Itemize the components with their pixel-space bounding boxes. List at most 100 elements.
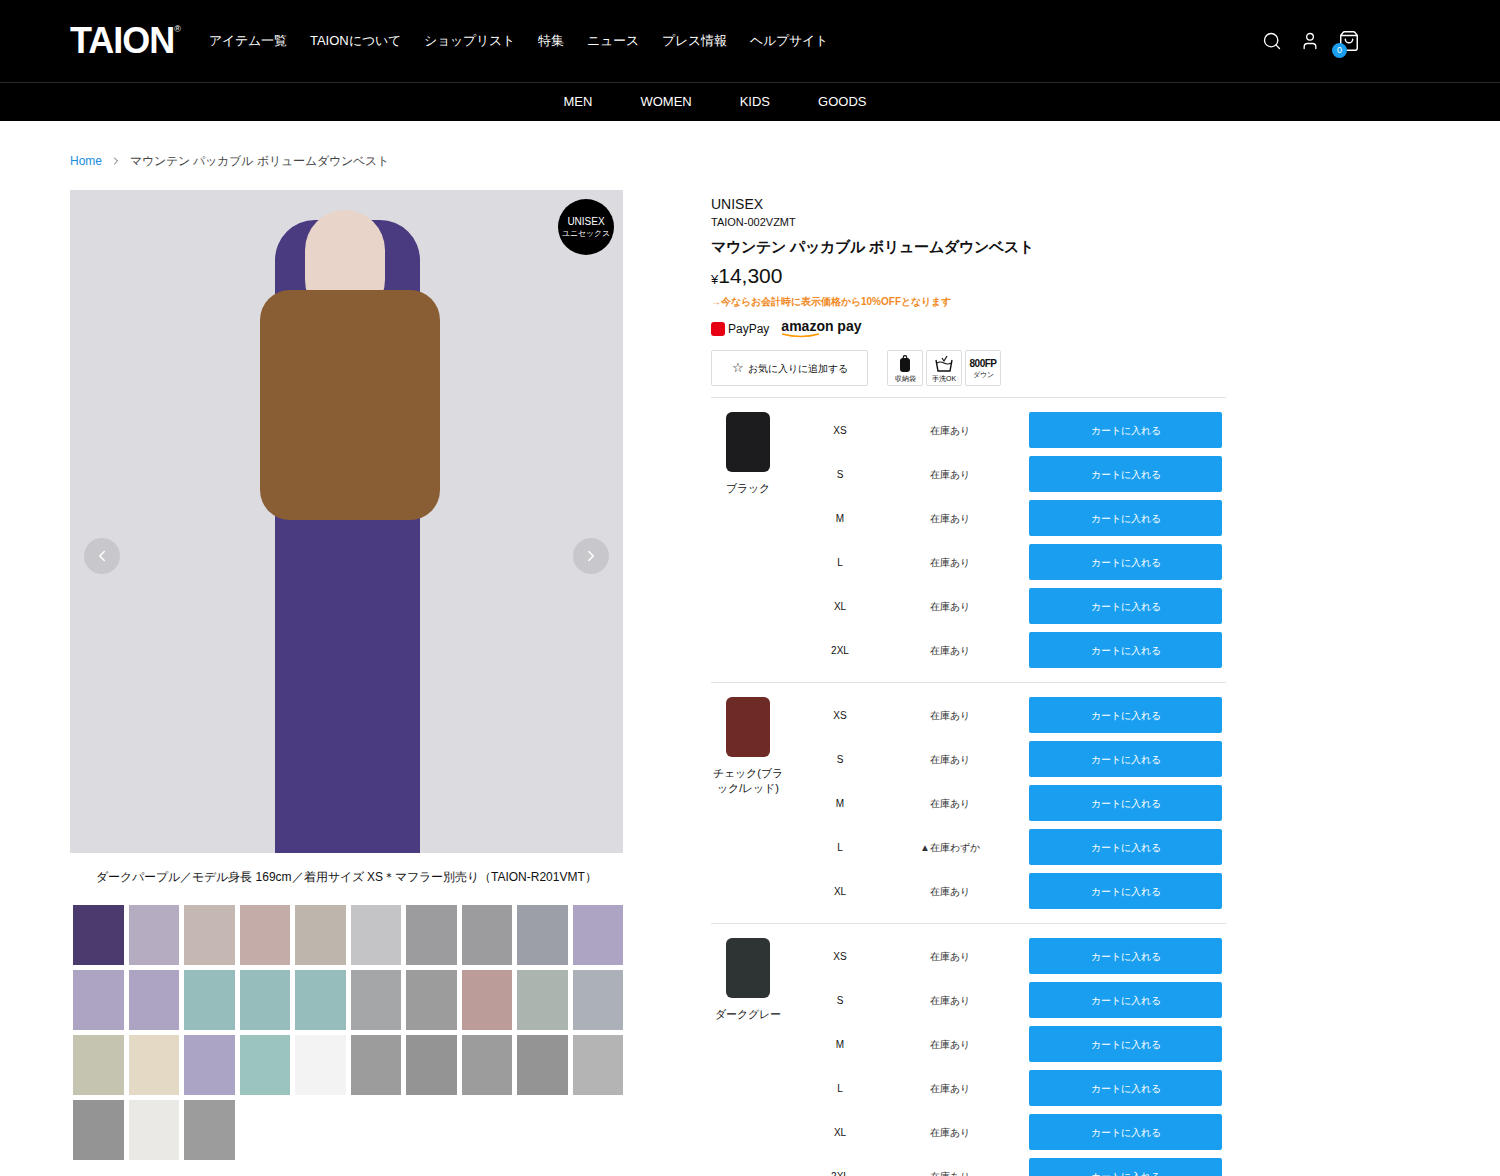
breadcrumb-current: マウンテン パッカブル ボリュームダウンベスト <box>130 152 389 170</box>
add-to-cart-button[interactable]: カートに入れる <box>1029 500 1222 536</box>
add-to-cart-button[interactable]: カートに入れる <box>1029 873 1222 909</box>
bag-icon <box>897 355 913 373</box>
size-row: XS在庫ありカートに入れる <box>785 408 1226 452</box>
main-nav: アイテム一覧 TAIONについて ショップリスト 特集 ニュース プレス情報 ヘルプサイト <box>209 31 828 51</box>
nav-item[interactable]: 特集 <box>538 31 564 51</box>
add-to-cart-button[interactable]: カートに入れる <box>1029 412 1222 448</box>
add-to-cart-button[interactable]: カートに入れる <box>1029 456 1222 492</box>
search-icon[interactable] <box>1262 31 1282 51</box>
thumbnail[interactable] <box>129 970 180 1030</box>
thumbnail[interactable] <box>129 905 180 965</box>
unisex-badge: UNISEXユニセックス <box>558 199 614 255</box>
stock-status: 在庫あり <box>895 511 1005 526</box>
thumbnail[interactable] <box>351 905 402 965</box>
stock-status: 在庫あり <box>895 1037 1005 1052</box>
breadcrumb-home[interactable]: Home <box>70 152 102 170</box>
nav-item[interactable]: ヘルプサイト <box>750 31 828 51</box>
thumbnail[interactable] <box>240 1035 291 1095</box>
stock-status: 在庫あり <box>895 752 1005 767</box>
nav-item[interactable]: アイテム一覧 <box>209 31 287 51</box>
nav-item[interactable]: プレス情報 <box>662 31 727 51</box>
thumbnail[interactable] <box>351 970 402 1030</box>
thumbnail[interactable] <box>517 970 568 1030</box>
feature-badge: 800FPダウン <box>965 350 1001 386</box>
add-to-cart-button[interactable]: カートに入れる <box>1029 588 1222 624</box>
variant-image <box>726 697 770 757</box>
size-row: 2XL在庫ありカートに入れる <box>785 1154 1226 1176</box>
nav-item[interactable]: ショップリスト <box>424 31 515 51</box>
add-to-cart-button[interactable]: カートに入れる <box>1029 938 1222 974</box>
variant-name: チェック(ブラック/レッド) <box>713 766 783 796</box>
size-label: XS <box>785 423 895 438</box>
size-row: XS在庫ありカートに入れる <box>785 693 1226 737</box>
thumbnail[interactable] <box>295 905 346 965</box>
add-to-cart-button[interactable]: カートに入れる <box>1029 741 1222 777</box>
nav-item[interactable]: ニュース <box>587 31 639 51</box>
add-to-cart-button[interactable]: カートに入れる <box>1029 544 1222 580</box>
favorite-button[interactable]: ☆お気に入りに追加する <box>711 350 868 386</box>
chevron-right-icon <box>582 547 600 565</box>
thumbnail[interactable] <box>129 1100 180 1160</box>
thumbnail[interactable] <box>240 905 291 965</box>
category-link[interactable]: GOODS <box>818 92 866 112</box>
thumbnail[interactable] <box>184 905 235 965</box>
add-to-cart-button[interactable]: カートに入れる <box>1029 982 1222 1018</box>
variant-image <box>726 412 770 472</box>
product-info: UNISEXTAION-002VZMTマウンテン パッカブル ボリュームダウンベ… <box>711 190 1226 1176</box>
thumbnail[interactable] <box>573 905 624 965</box>
add-to-cart-button[interactable]: カートに入れる <box>1029 1114 1222 1150</box>
size-row: S在庫ありカートに入れる <box>785 978 1226 1022</box>
thumbnail[interactable] <box>462 970 513 1030</box>
feature-badge: 手洗OK <box>926 350 962 386</box>
thumbnail[interactable] <box>129 1035 180 1095</box>
category-link[interactable]: WOMEN <box>640 92 691 112</box>
size-label: XL <box>785 1125 895 1140</box>
thumbnail[interactable] <box>406 1035 457 1095</box>
add-to-cart-button[interactable]: カートに入れる <box>1029 1070 1222 1106</box>
add-to-cart-button[interactable]: カートに入れる <box>1029 697 1222 733</box>
nav-item[interactable]: TAIONについて <box>310 31 401 51</box>
thumbnail[interactable] <box>295 970 346 1030</box>
thumbnail[interactable] <box>184 970 235 1030</box>
main-image: UNISEXユニセックス <box>70 190 623 853</box>
size-row: XS在庫ありカートに入れる <box>785 934 1226 978</box>
thumbnail[interactable] <box>462 1035 513 1095</box>
thumbnail[interactable] <box>73 1100 124 1160</box>
user-icon[interactable] <box>1300 31 1320 51</box>
next-button[interactable] <box>573 538 609 574</box>
size-row: S在庫ありカートに入れる <box>785 737 1226 781</box>
cart-button[interactable]: 0 <box>1338 30 1360 52</box>
category-link[interactable]: MEN <box>564 92 593 112</box>
thumbnail[interactable] <box>573 970 624 1030</box>
thumbnail[interactable] <box>351 1035 402 1095</box>
chevron-left-icon <box>93 547 111 565</box>
add-to-cart-button[interactable]: カートに入れる <box>1029 1158 1222 1176</box>
thumbnail[interactable] <box>517 1035 568 1095</box>
thumbnail[interactable] <box>240 970 291 1030</box>
stock-status: ▲在庫わずか <box>895 840 1005 855</box>
thumbnail[interactable] <box>517 905 568 965</box>
category-link[interactable]: KIDS <box>740 92 770 112</box>
thumbnail[interactable] <box>462 905 513 965</box>
thumbnail[interactable] <box>184 1100 235 1160</box>
variant-name: ブラック <box>713 481 783 496</box>
thumbnail[interactable] <box>73 905 124 965</box>
stock-status: 在庫あり <box>895 467 1005 482</box>
page: TAION® アイテム一覧 TAIONについて ショップリスト 特集 ニュース プレス情報 ヘ… <box>0 0 1500 1176</box>
thumbnail[interactable] <box>73 1035 124 1095</box>
thumbnail[interactable] <box>295 1035 346 1095</box>
stock-status: 在庫あり <box>895 884 1005 899</box>
logo[interactable]: TAION® <box>70 23 181 59</box>
add-to-cart-button[interactable]: カートに入れる <box>1029 1026 1222 1062</box>
size-label: XL <box>785 599 895 614</box>
thumbnail[interactable] <box>73 970 124 1030</box>
thumbnail[interactable] <box>573 1035 624 1095</box>
thumbnail[interactable] <box>184 1035 235 1095</box>
add-to-cart-button[interactable]: カートに入れる <box>1029 632 1222 668</box>
thumbnail[interactable] <box>406 970 457 1030</box>
prev-button[interactable] <box>84 538 120 574</box>
thumbnail[interactable] <box>406 905 457 965</box>
size-label: XL <box>785 884 895 899</box>
add-to-cart-button[interactable]: カートに入れる <box>1029 785 1222 821</box>
add-to-cart-button[interactable]: カートに入れる <box>1029 829 1222 865</box>
